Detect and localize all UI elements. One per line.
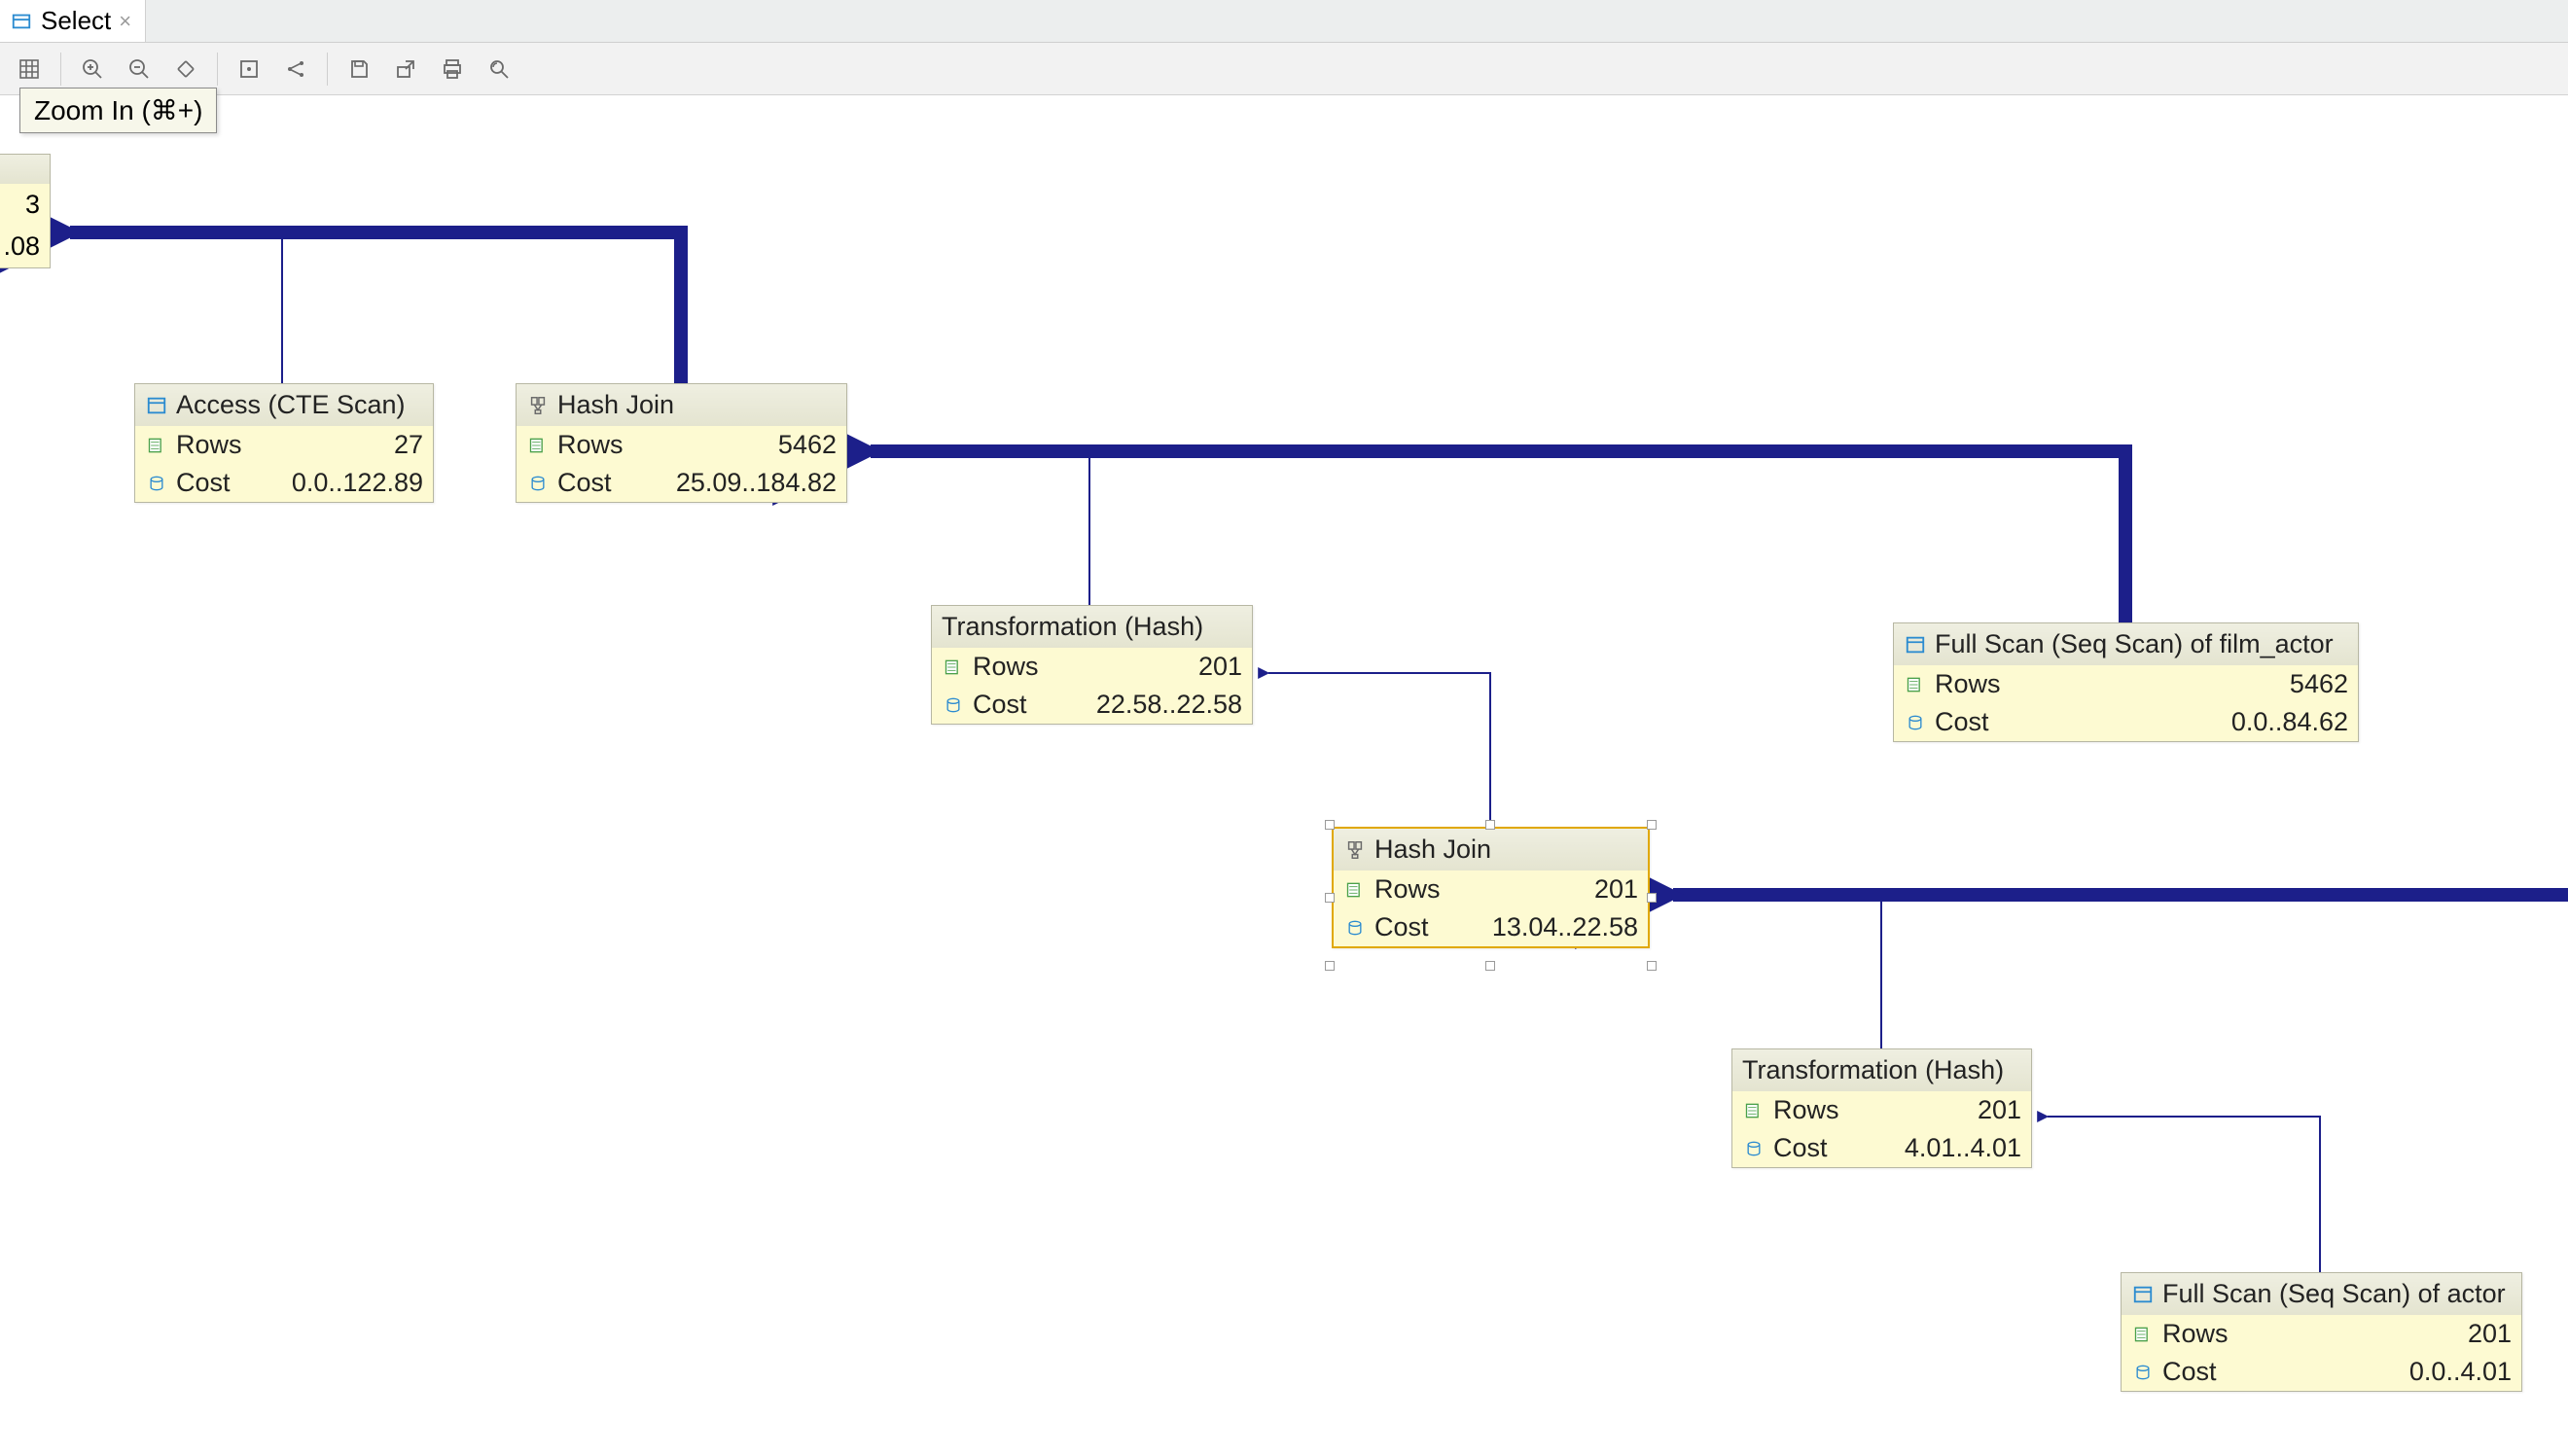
root-row-1: 3: [0, 184, 50, 226]
cost-value: 0.0..4.01: [2225, 1357, 2512, 1387]
tab-select[interactable]: Select ×: [0, 0, 146, 42]
table-icon: [145, 394, 168, 417]
zoom-out-icon[interactable]: [118, 49, 160, 89]
plan-edges: [0, 95, 2568, 1456]
cost-label: Cost: [973, 690, 1027, 720]
separator: [327, 53, 328, 86]
node-hash-join-1[interactable]: Hash Join Rows 5462 Cost 25.09..184.82: [516, 383, 847, 503]
zoom-in-icon[interactable]: [71, 49, 114, 89]
rows-icon: [1343, 878, 1367, 902]
cost-value: 0.0..122.89: [238, 468, 423, 498]
node-transformation-hash-1[interactable]: Transformation (Hash) Rows 201 Cost 22.5…: [931, 605, 1253, 725]
selection-handle[interactable]: [1325, 893, 1335, 903]
rows-value: 201: [2236, 1319, 2512, 1349]
cost-label: Cost: [1374, 912, 1429, 942]
fit-icon[interactable]: [228, 49, 270, 89]
rows-icon: [2131, 1323, 2155, 1346]
rows-value: 5462: [2009, 669, 2348, 699]
cost-value: 25.09..184.82: [620, 468, 837, 498]
rows-value: 201: [1448, 874, 1638, 905]
rows-label: Rows: [176, 430, 242, 460]
tab-bar: Select ×: [0, 0, 2568, 43]
rows-label: Rows: [1374, 874, 1441, 905]
rows-value: 5462: [631, 430, 837, 460]
join-icon: [526, 394, 550, 417]
cost-value: 13.04..22.58: [1437, 912, 1638, 942]
select-tab-icon: [10, 10, 33, 33]
tooltip-zoom-in: Zoom In (⌘+): [19, 88, 217, 133]
cost-icon: [942, 693, 965, 717]
node-title-label: Hash Join: [1374, 835, 1491, 865]
rows-value: 27: [250, 430, 423, 460]
node-title-label: Transformation (Hash): [942, 612, 1203, 642]
cost-icon: [145, 472, 168, 495]
selection-handle[interactable]: [1485, 820, 1495, 830]
cost-value: 22.58..22.58: [1035, 690, 1242, 720]
rows-icon: [1904, 673, 1927, 696]
cost-label: Cost: [1935, 707, 1989, 737]
share-icon[interactable]: [274, 49, 317, 89]
cost-icon: [1904, 711, 1927, 734]
export-icon[interactable]: [384, 49, 427, 89]
rows-label: Rows: [1935, 669, 2001, 699]
join-icon: [1343, 838, 1367, 862]
toolbar: Zoom In (⌘+): [0, 43, 2568, 95]
node-title-label: Hash Join: [557, 390, 674, 420]
plan-canvas[interactable]: 3 .08 Access (CTE Scan) Rows 27 Cost 0.0…: [0, 95, 2568, 1456]
rows-label: Rows: [2162, 1319, 2229, 1349]
rows-value: 201: [1847, 1095, 2021, 1125]
rows-label: Rows: [973, 652, 1039, 682]
separator: [217, 53, 218, 86]
table-icon: [1904, 633, 1927, 657]
selection-handle[interactable]: [1647, 961, 1657, 971]
selection-handle[interactable]: [1647, 820, 1657, 830]
plan-root-node[interactable]: 3 .08: [0, 154, 51, 268]
cost-icon: [2131, 1361, 2155, 1384]
selection-handle[interactable]: [1325, 961, 1335, 971]
selection-handle[interactable]: [1647, 893, 1657, 903]
tab-label: Select: [41, 6, 111, 36]
node-full-scan-film-actor[interactable]: Full Scan (Seq Scan) of film_actor Rows …: [1893, 622, 2359, 742]
cost-icon: [1343, 916, 1367, 940]
node-title-label: Full Scan (Seq Scan) of film_actor: [1935, 629, 2334, 659]
cost-label: Cost: [2162, 1357, 2217, 1387]
cost-label: Cost: [557, 468, 612, 498]
node-full-scan-actor[interactable]: Full Scan (Seq Scan) of actor Rows 201 C…: [2121, 1272, 2522, 1392]
analyze-icon[interactable]: [478, 49, 520, 89]
rows-icon: [526, 434, 550, 457]
print-icon[interactable]: [431, 49, 474, 89]
cost-value: 0.0..84.62: [1997, 707, 2348, 737]
rows-value: 201: [1047, 652, 1242, 682]
grid-icon[interactable]: [8, 49, 51, 89]
table-icon: [2131, 1283, 2155, 1306]
cost-icon: [1742, 1137, 1766, 1160]
rows-icon: [942, 656, 965, 679]
save-icon[interactable]: [338, 49, 380, 89]
separator: [60, 53, 61, 86]
rows-icon: [145, 434, 168, 457]
selection-handle[interactable]: [1485, 961, 1495, 971]
node-transformation-hash-2[interactable]: Transformation (Hash) Rows 201 Cost 4.01…: [1731, 1048, 2032, 1168]
rows-label: Rows: [1773, 1095, 1839, 1125]
close-icon[interactable]: ×: [119, 9, 131, 34]
root-row-2: .08: [0, 226, 50, 267]
rows-icon: [1742, 1099, 1766, 1122]
node-access-cte-scan[interactable]: Access (CTE Scan) Rows 27 Cost 0.0..122.…: [134, 383, 434, 503]
selection-handle[interactable]: [1325, 820, 1335, 830]
cost-icon: [526, 472, 550, 495]
rows-label: Rows: [557, 430, 624, 460]
cost-value: 4.01..4.01: [1836, 1133, 2021, 1163]
node-hash-join-2[interactable]: Hash Join Rows 201 Cost 13.04..22.58: [1332, 827, 1650, 948]
cost-label: Cost: [1773, 1133, 1828, 1163]
zoom-reset-icon[interactable]: [164, 49, 207, 89]
node-title-label: Transformation (Hash): [1742, 1055, 2004, 1085]
node-title-label: Access (CTE Scan): [176, 390, 406, 420]
cost-label: Cost: [176, 468, 231, 498]
node-title-label: Full Scan (Seq Scan) of actor: [2162, 1279, 2506, 1309]
